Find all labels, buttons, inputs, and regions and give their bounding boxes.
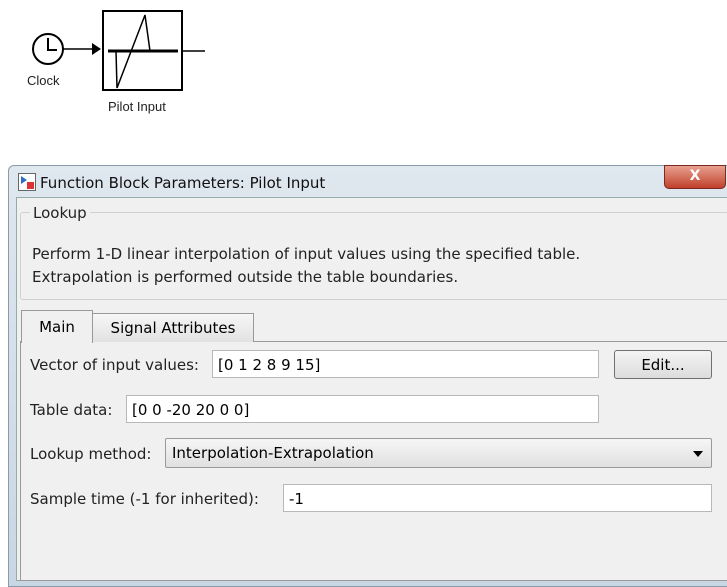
sample-time-field[interactable]: -1	[283, 484, 712, 512]
input-values-label: Vector of input values:	[30, 356, 199, 374]
clock-label: Clock	[27, 73, 60, 88]
clock-block[interactable]	[32, 33, 64, 65]
sample-time-label: Sample time (-1 for inherited):	[30, 490, 259, 508]
group-title: Lookup	[30, 204, 90, 222]
tab-signal-attributes[interactable]: Signal Attributes	[92, 313, 254, 342]
description-line: Perform 1-D linear interpolation of inpu…	[32, 245, 581, 263]
description-line: Extrapolation is performed outside the t…	[32, 268, 459, 286]
close-button[interactable]: X	[664, 165, 726, 189]
block-label: Pilot Input	[108, 99, 166, 114]
table-data-field[interactable]: [0 0 -20 20 0 0]	[126, 395, 599, 423]
chevron-down-icon	[693, 451, 703, 457]
app-icon	[18, 173, 36, 191]
edit-button[interactable]: Edit...	[614, 350, 712, 379]
dialog-title: Function Block Parameters: Pilot Input	[40, 174, 326, 192]
table-data-label: Table data:	[30, 401, 113, 419]
pilot-input-block[interactable]	[102, 10, 183, 91]
tab-main[interactable]: Main	[21, 310, 93, 343]
lookup-method-value: Interpolation-Extrapolation	[172, 444, 374, 462]
lookup-method-label: Lookup method:	[30, 445, 152, 463]
arrow-icon	[92, 43, 101, 55]
lookup-method-select[interactable]: Interpolation-Extrapolation	[165, 438, 712, 468]
input-values-field[interactable]: [0 1 2 8 9 15]	[212, 350, 599, 378]
